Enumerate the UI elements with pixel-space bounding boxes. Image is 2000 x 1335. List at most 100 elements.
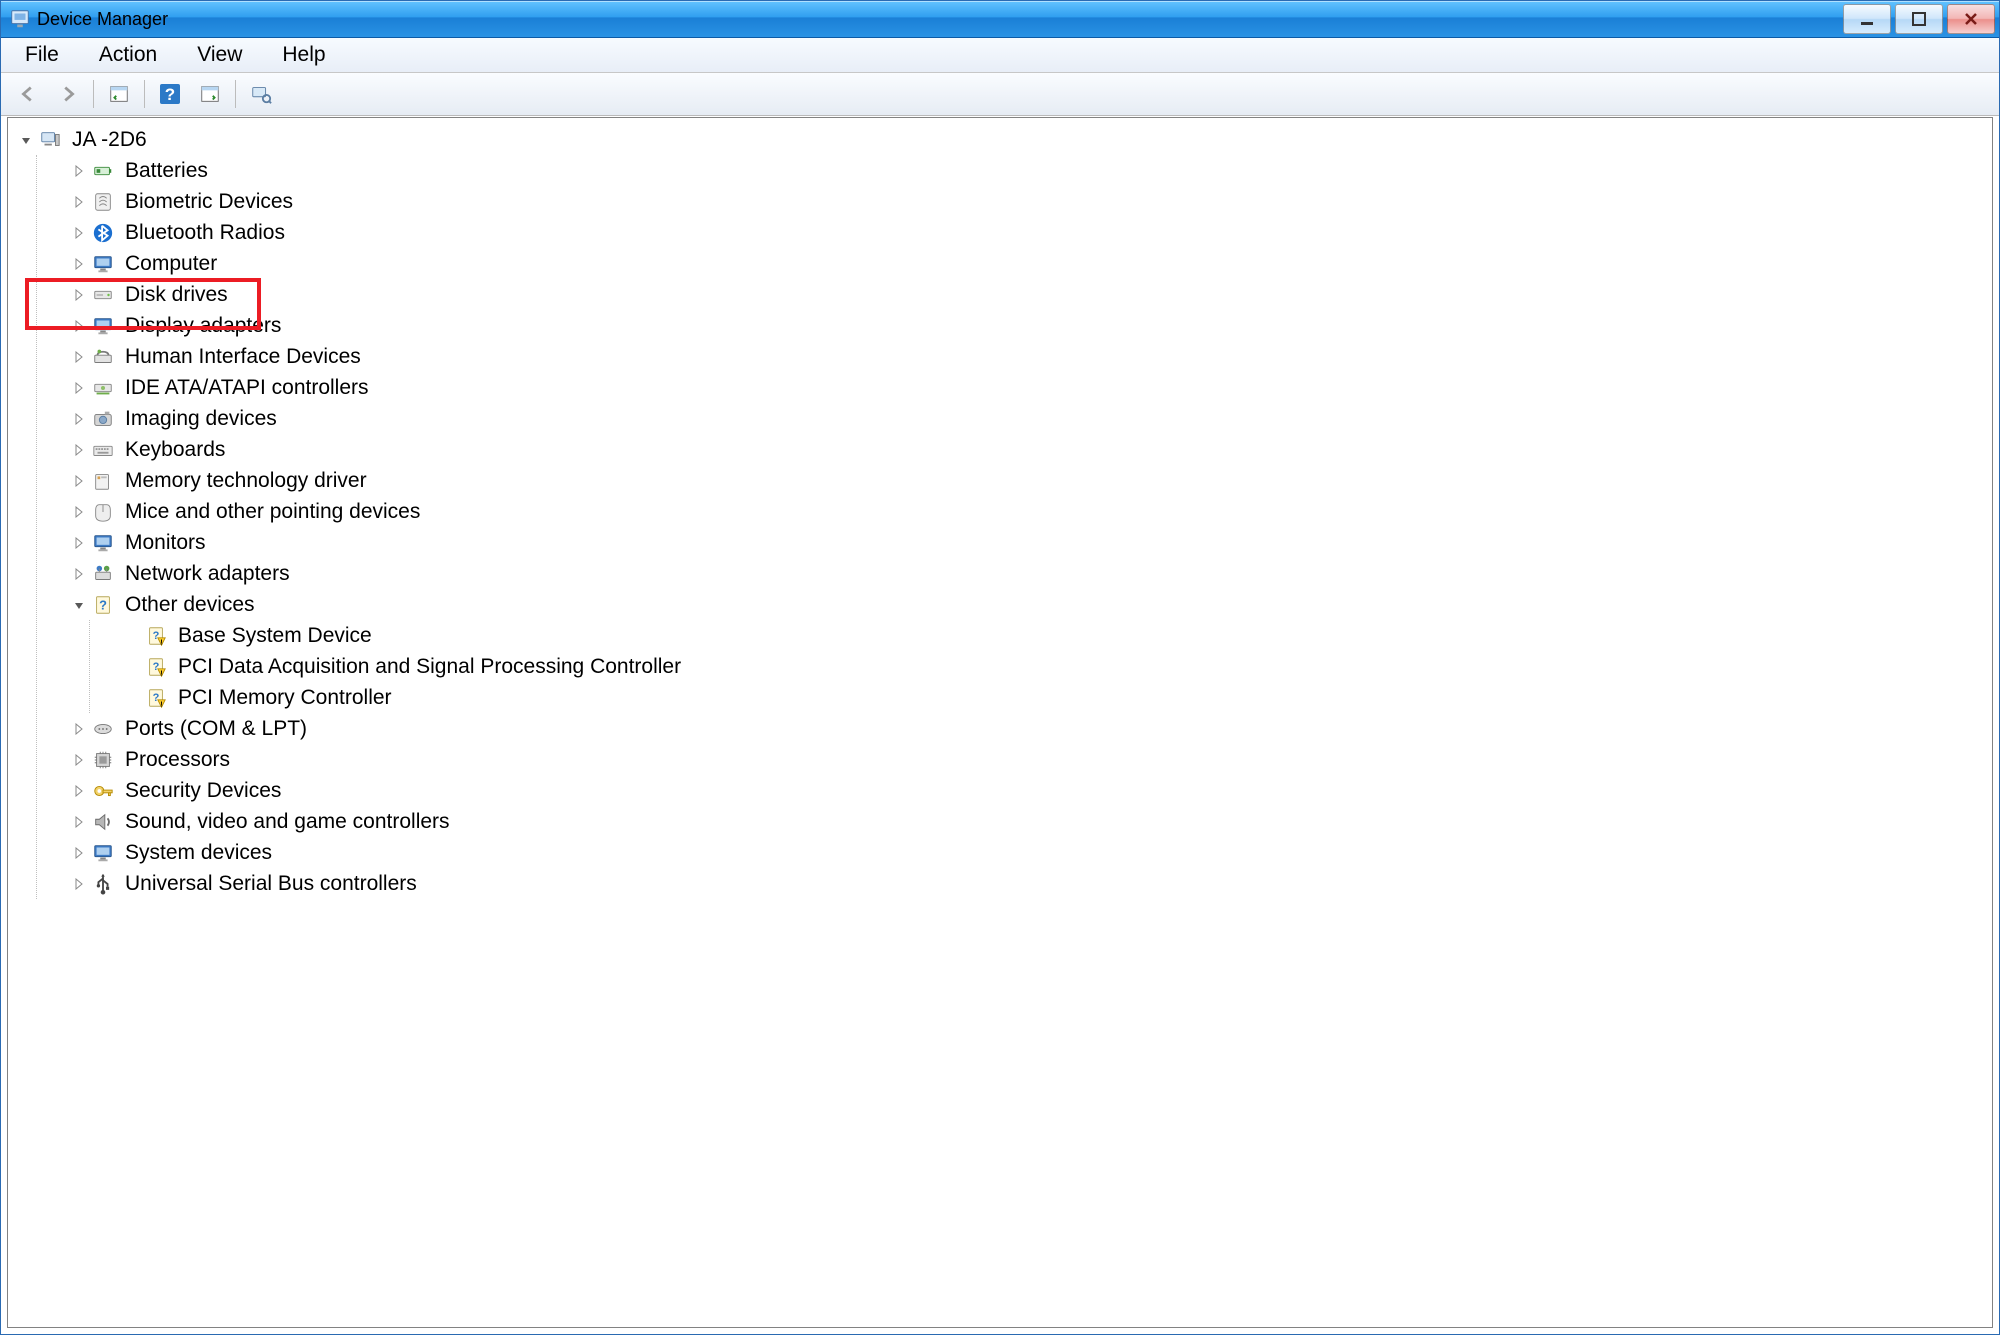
expand-icon[interactable] [71,256,87,272]
expand-icon[interactable] [71,380,87,396]
svg-text:!: ! [160,668,162,677]
menu-file[interactable]: File [19,39,65,71]
expand-icon[interactable] [71,163,87,179]
monitor-icon [91,841,115,865]
tree-item-batteries[interactable]: Batteries [71,155,1986,186]
menu-help[interactable]: Help [276,39,331,71]
tree-item-security[interactable]: Security Devices [71,775,1986,806]
scan-hardware-button[interactable] [244,77,278,111]
expand-icon[interactable] [71,814,87,830]
expand-icon[interactable] [71,721,87,737]
close-button[interactable] [1947,4,1995,34]
svg-text:!: ! [160,637,162,646]
tree-root[interactable]: JA -2D6 [18,124,1986,155]
expand-icon[interactable] [71,349,87,365]
properties-button[interactable] [193,77,227,111]
tree-item-network[interactable]: Network adapters [71,558,1986,589]
unknown-warn-icon: ?! [144,686,168,710]
tree-item-monitors[interactable]: Monitors [71,527,1986,558]
tree-item-memtech[interactable]: Memory technology driver [71,465,1986,496]
key-icon [91,779,115,803]
tree-item-sound[interactable]: Sound, video and game controllers [71,806,1986,837]
expand-icon[interactable] [71,845,87,861]
collapse-icon[interactable] [18,132,34,148]
tree-item-computer[interactable]: Computer [71,248,1986,279]
tree-item-label: Security Devices [121,775,285,806]
expand-icon [124,628,140,644]
tree-item-pci-daq[interactable]: ?!PCI Data Acquisition and Signal Proces… [124,651,1986,682]
speaker-icon [91,810,115,834]
expand-icon[interactable] [71,535,87,551]
expand-icon[interactable] [71,287,87,303]
computer-icon [38,128,62,152]
camera-icon [91,407,115,431]
device-tree-pane: JA -2D6BatteriesBiometric DevicesBluetoo… [7,117,1993,1328]
fingerprint-icon [91,190,115,214]
menu-view[interactable]: View [191,39,248,71]
tree-item-biometric[interactable]: Biometric Devices [71,186,1986,217]
tree-item-label: PCI Memory Controller [174,682,396,713]
tree-item-keyboards[interactable]: Keyboards [71,434,1986,465]
tree-item-label: Keyboards [121,434,229,465]
device-tree[interactable]: JA -2D6BatteriesBiometric DevicesBluetoo… [8,118,1992,905]
expand-icon[interactable] [71,442,87,458]
tree-item-hid[interactable]: Human Interface Devices [71,341,1986,372]
card-icon [91,469,115,493]
toolbar-separator [235,80,236,108]
expand-icon[interactable] [71,411,87,427]
tree-item-label: Monitors [121,527,210,558]
tree-item-mice[interactable]: Mice and other pointing devices [71,496,1986,527]
tree-item-ports[interactable]: Ports (COM & LPT) [71,713,1986,744]
tree-item-imaging[interactable]: Imaging devices [71,403,1986,434]
tree-item-ide[interactable]: IDE ATA/ATAPI controllers [71,372,1986,403]
app-icon [9,8,31,30]
tree-item-label: Mice and other pointing devices [121,496,424,527]
tree-item-processors[interactable]: Processors [71,744,1986,775]
tree-item-label: PCI Data Acquisition and Signal Processi… [174,651,685,682]
expand-icon[interactable] [71,783,87,799]
titlebar: Device Manager [1,1,1999,38]
unknown-warn-icon: ?! [144,655,168,679]
show-hide-tree-button[interactable] [102,77,136,111]
expand-icon[interactable] [71,225,87,241]
tree-item-other[interactable]: ?Other devices [71,589,1986,620]
maximize-button[interactable] [1895,4,1943,34]
tree-item-usb[interactable]: Universal Serial Bus controllers [71,868,1986,899]
tree-item-system[interactable]: System devices [71,837,1986,868]
expand-icon[interactable] [71,318,87,334]
toolbar-separator [144,80,145,108]
menu-action[interactable]: Action [93,39,163,71]
tree-item-label: Batteries [121,155,212,186]
monitor-icon [91,314,115,338]
tree-item-base-system[interactable]: ?!Base System Device [124,620,1986,651]
drive-ctrl-icon [91,376,115,400]
tree-item-label: Processors [121,744,234,775]
nav-back-button[interactable] [11,77,45,111]
collapse-icon[interactable] [71,597,87,613]
tree-item-bluetooth[interactable]: Bluetooth Radios [71,217,1986,248]
tree-item-label: IDE ATA/ATAPI controllers [121,372,373,403]
expand-icon[interactable] [71,752,87,768]
tree-item-disk[interactable]: Disk drives [71,279,1986,310]
minimize-button[interactable] [1843,4,1891,34]
expand-icon[interactable] [71,473,87,489]
help-button[interactable]: ? [153,77,187,111]
tree-item-pci-mem[interactable]: ?!PCI Memory Controller [124,682,1986,713]
expand-icon[interactable] [71,194,87,210]
tree-item-label: Human Interface Devices [121,341,365,372]
expand-icon[interactable] [71,504,87,520]
svg-text:!: ! [160,699,162,708]
expand-icon[interactable] [71,566,87,582]
nav-forward-button[interactable] [51,77,85,111]
monitor-icon [91,252,115,276]
hid-icon [91,345,115,369]
drive-icon [91,283,115,307]
window-title: Device Manager [37,9,168,30]
expand-icon[interactable] [71,876,87,892]
network-icon [91,562,115,586]
device-manager-window: Device Manager File Action View Help ? J… [0,0,2000,1335]
tree-item-display[interactable]: Display adapters [71,310,1986,341]
tree-item-label: Display adapters [121,310,285,341]
tree-item-label: Memory technology driver [121,465,371,496]
expand-icon [124,690,140,706]
